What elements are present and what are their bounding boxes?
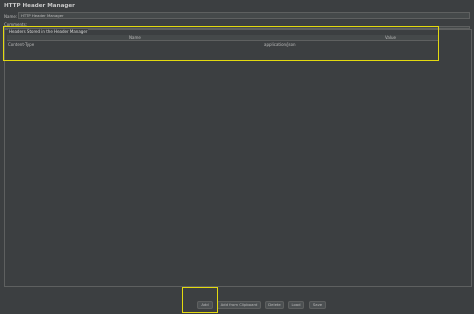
save-button[interactable]: Save <box>309 301 326 309</box>
table-row[interactable]: Content-Type application/json <box>7 41 439 47</box>
headers-panel-title: Headers Stored in the Header Manager <box>8 29 89 34</box>
column-header-name[interactable]: Name <box>129 35 141 40</box>
column-header-value[interactable]: Value <box>385 35 396 40</box>
header-name-cell[interactable]: Content-Type <box>8 42 34 47</box>
headers-table: Name Value Content-Type application/json <box>7 34 439 47</box>
name-field[interactable]: HTTP Header Manager <box>18 12 470 19</box>
header-value-cell[interactable]: application/json <box>264 42 296 47</box>
headers-panel: Headers Stored in the Header Manager Nam… <box>4 28 472 287</box>
add-button[interactable]: Add <box>197 301 213 309</box>
name-label: Name: <box>4 13 18 19</box>
delete-button[interactable]: Delete <box>265 301 284 309</box>
load-button[interactable]: Load <box>288 301 304 309</box>
panel-title: HTTP Header Manager <box>4 3 75 9</box>
button-bar: Add Add from Clipboard Delete Load Save <box>0 301 474 310</box>
add-from-clipboard-button[interactable]: Add from Clipboard <box>217 301 261 309</box>
